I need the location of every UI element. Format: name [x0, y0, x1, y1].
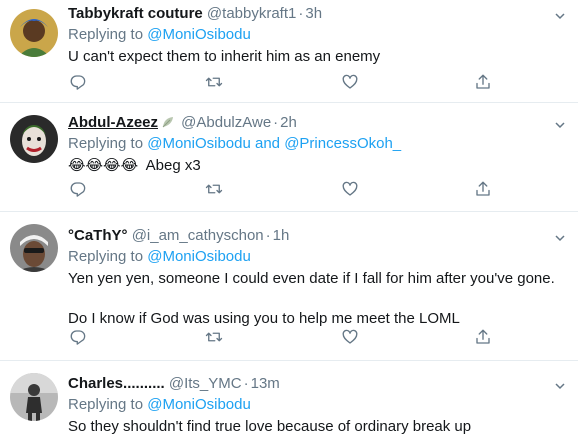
- reply-button[interactable]: [68, 327, 88, 347]
- separator-dot: ·: [273, 114, 279, 131]
- tweet-header: Tabbykraft couture @tabbykraft1 · 3h: [68, 0, 558, 24]
- replying-to: Replying to @MoniOsibodu: [68, 25, 558, 45]
- replying-label: Replying to: [68, 26, 148, 43]
- chevron-down-icon[interactable]: [554, 380, 566, 392]
- user-handle[interactable]: @i_am_cathyschon: [132, 227, 264, 244]
- reply-button[interactable]: [68, 179, 88, 199]
- retweet-button[interactable]: [204, 179, 224, 199]
- avatar[interactable]: [10, 115, 58, 163]
- replying-label: Replying to: [68, 396, 148, 413]
- tweet[interactable]: °CaThY° @i_am_cathyschon · 1h Replying to …: [0, 212, 578, 361]
- share-button[interactable]: [473, 179, 493, 199]
- like-icon: [342, 74, 358, 89]
- chevron-down-icon[interactable]: [554, 119, 566, 131]
- tweet-text: 😂😂😂😂 Abeg x3: [68, 156, 558, 176]
- reply-icon: [70, 330, 86, 345]
- separator-dot: ·: [265, 227, 271, 244]
- mention-link-2[interactable]: @PrincessOkoh_: [284, 135, 401, 152]
- tweet-text: Yen yen yen, someone I could even date i…: [68, 269, 558, 329]
- replying-label: Replying to: [68, 135, 148, 152]
- tweet-header: Charles.......... @Its_YMC · 13m: [68, 361, 558, 394]
- separator-dot: ·: [243, 375, 249, 392]
- display-name[interactable]: Tabbykraft couture: [68, 5, 203, 22]
- avatar[interactable]: [10, 373, 58, 421]
- tweet-words: Abeg x3: [145, 157, 201, 174]
- retweet-button[interactable]: [204, 72, 224, 92]
- tweet[interactable]: Charles.......... @Its_YMC · 13m Replying …: [0, 361, 578, 445]
- mention-link[interactable]: @MoniOsibodu: [147, 248, 251, 265]
- like-icon: [342, 329, 358, 344]
- replying-to: Replying to @MoniOsibodu: [68, 395, 558, 415]
- tweet[interactable]: Tabbykraft couture @tabbykraft1 · 3h Reply…: [0, 0, 578, 103]
- tweet-paragraph: 😂😂😂😂 Abeg x3: [68, 156, 558, 176]
- tweet-paragraph: So they shouldn't find true love because…: [68, 418, 472, 435]
- mention-link[interactable]: @MoniOsibodu: [147, 26, 251, 43]
- timestamp[interactable]: 1h: [273, 227, 290, 244]
- chevron-down-icon[interactable]: [554, 10, 566, 22]
- user-handle[interactable]: @tabbykraft1: [207, 5, 296, 22]
- action-bar: [68, 72, 558, 92]
- like-button[interactable]: [340, 327, 360, 347]
- mention-link[interactable]: @MoniOsibodu: [147, 135, 251, 152]
- tweet-text: U can't expect them to inherit him as an…: [68, 47, 558, 67]
- avatar[interactable]: [10, 9, 58, 57]
- like-button[interactable]: [340, 179, 360, 199]
- mention-link[interactable]: @MoniOsibodu: [147, 396, 251, 413]
- reply-button[interactable]: [68, 72, 88, 92]
- tweet[interactable]: Abdul-Azeez @AbdulzAwe · 2h Replying to @M…: [0, 103, 578, 212]
- like-icon: [342, 181, 358, 196]
- share-icon: [476, 181, 490, 196]
- reply-icon: [70, 182, 86, 197]
- share-button[interactable]: [473, 72, 493, 92]
- retweet-button[interactable]: [204, 327, 224, 347]
- chevron-down-icon[interactable]: [554, 232, 566, 244]
- timestamp[interactable]: 13m: [251, 375, 280, 392]
- separator-dot: ·: [298, 5, 304, 22]
- retweet-icon: [205, 184, 223, 194]
- timestamp[interactable]: 3h: [305, 5, 322, 22]
- emoji-group: 😂😂😂😂: [68, 157, 139, 174]
- share-icon: [476, 74, 490, 89]
- action-bar: [68, 179, 558, 199]
- tweet-text: So they shouldn't find true love because…: [68, 417, 558, 437]
- display-name[interactable]: Charles..........: [68, 375, 165, 392]
- display-name[interactable]: Abdul-Azeez: [68, 114, 158, 131]
- leaf-icon: [162, 117, 173, 128]
- display-name[interactable]: °CaThY°: [68, 227, 128, 244]
- replying-label: Replying to: [68, 248, 148, 265]
- tweet-paragraph: U can't expect them to inherit him as an…: [68, 48, 381, 65]
- tweet-paragraph: Do I know if God was using you to help m…: [68, 310, 460, 327]
- avatar[interactable]: [10, 224, 58, 272]
- tweet-header: Abdul-Azeez @AbdulzAwe · 2h: [68, 103, 558, 133]
- reply-icon: [70, 75, 86, 90]
- user-handle[interactable]: @AbdulzAwe: [181, 114, 271, 131]
- share-button[interactable]: [473, 327, 493, 347]
- like-button[interactable]: [340, 72, 360, 92]
- replying-to: Replying to @MoniOsibodu and @PrincessOk…: [68, 134, 558, 154]
- tweet-paragraph: Yen yen yen, someone I could even date i…: [68, 270, 555, 287]
- action-bar: [68, 327, 558, 347]
- share-icon: [476, 329, 490, 344]
- user-handle[interactable]: @Its_YMC: [169, 375, 242, 392]
- tweet-header: °CaThY° @i_am_cathyschon · 1h: [68, 212, 558, 246]
- replying-to: Replying to @MoniOsibodu: [68, 247, 558, 267]
- retweet-icon: [205, 77, 223, 87]
- timestamp[interactable]: 2h: [280, 114, 297, 131]
- retweet-icon: [205, 332, 223, 342]
- replying-conjunction: and: [250, 135, 285, 152]
